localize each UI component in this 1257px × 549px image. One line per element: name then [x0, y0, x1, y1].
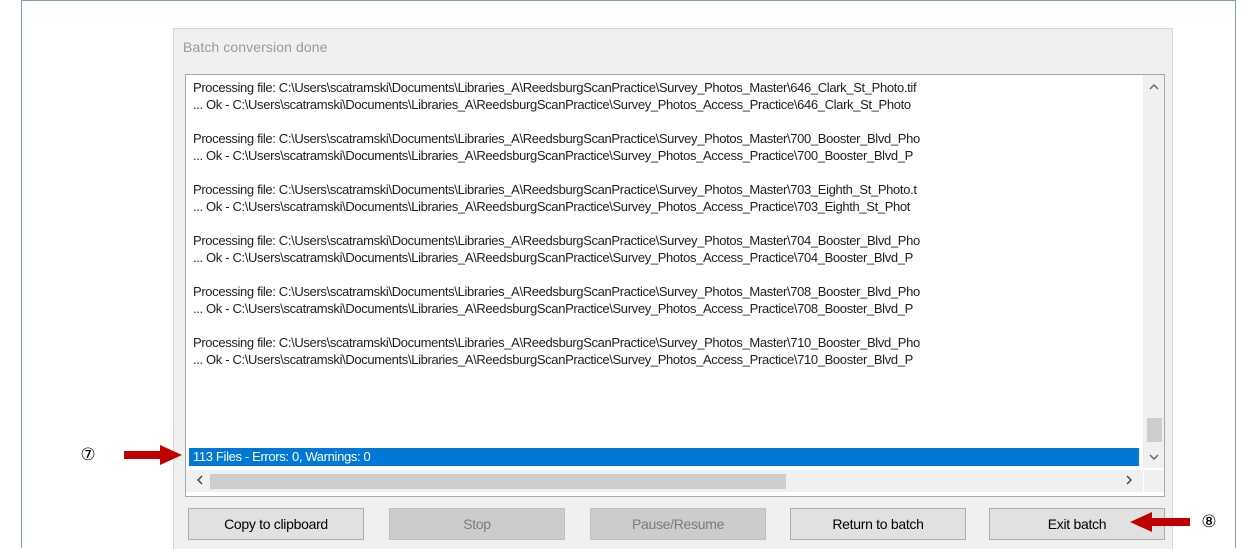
conversion-log-list[interactable]: Processing file: C:\Users\scatramski\Doc…: [185, 74, 1165, 497]
log-ok-line[interactable]: ... Ok - C:\Users\scatramski\Documents\L…: [193, 96, 1138, 113]
scrollbar-corner: [1144, 470, 1164, 492]
callout-number-8: ⑧: [1201, 512, 1217, 531]
chevron-right-icon[interactable]: [1119, 470, 1139, 492]
horizontal-scrollbar[interactable]: [186, 470, 1143, 492]
stop-button[interactable]: Stop: [389, 508, 565, 540]
log-entry: Processing file: C:\Users\scatramski\Doc…: [193, 283, 1138, 317]
vertical-scroll-thumb[interactable]: [1147, 418, 1162, 442]
log-processing-line[interactable]: Processing file: C:\Users\scatramski\Doc…: [193, 181, 1138, 198]
log-processing-line[interactable]: Processing file: C:\Users\scatramski\Doc…: [193, 79, 1138, 96]
log-ok-line[interactable]: ... Ok - C:\Users\scatramski\Documents\L…: [193, 198, 1138, 215]
chevron-left-icon[interactable]: [190, 470, 210, 492]
horizontal-scroll-thumb[interactable]: [210, 474, 786, 489]
outer-frame-right: [1235, 0, 1236, 548]
callout-number-7: ⑦: [80, 445, 96, 464]
log-entry: Processing file: C:\Users\scatramski\Doc…: [193, 232, 1138, 266]
log-ok-line[interactable]: ... Ok - C:\Users\scatramski\Documents\L…: [193, 351, 1138, 368]
pause-resume-button[interactable]: Pause/Resume: [590, 508, 766, 540]
log-processing-line[interactable]: Processing file: C:\Users\scatramski\Doc…: [193, 232, 1138, 249]
log-processing-line[interactable]: Processing file: C:\Users\scatramski\Doc…: [193, 334, 1138, 351]
vertical-scrollbar[interactable]: [1143, 75, 1164, 468]
log-ok-line[interactable]: ... Ok - C:\Users\scatramski\Documents\L…: [193, 147, 1138, 164]
log-processing-line[interactable]: Processing file: C:\Users\scatramski\Doc…: [193, 283, 1138, 300]
log-ok-line[interactable]: ... Ok - C:\Users\scatramski\Documents\L…: [193, 249, 1138, 266]
arrow-left-icon: [1130, 512, 1190, 532]
log-entry: Processing file: C:\Users\scatramski\Doc…: [193, 130, 1138, 164]
arrow-right-icon: [124, 445, 182, 465]
log-entry: Processing file: C:\Users\scatramski\Doc…: [193, 79, 1138, 113]
log-ok-line[interactable]: ... Ok - C:\Users\scatramski\Documents\L…: [193, 300, 1138, 317]
log-processing-line[interactable]: Processing file: C:\Users\scatramski\Doc…: [193, 130, 1138, 147]
copy-to-clipboard-button[interactable]: Copy to clipboard: [188, 508, 364, 540]
log-entry: Processing file: C:\Users\scatramski\Doc…: [193, 334, 1138, 368]
return-to-batch-button[interactable]: Return to batch: [790, 508, 966, 540]
dialog-title: Batch conversion done: [183, 39, 328, 55]
summary-row-selected[interactable]: 113 Files - Errors: 0, Warnings: 0: [189, 448, 1139, 466]
batch-conversion-dialog: Batch conversion done Processing file: C…: [173, 28, 1173, 549]
outer-frame-left: [21, 0, 22, 548]
chevron-down-icon[interactable]: [1144, 448, 1164, 466]
chevron-up-icon[interactable]: [1144, 78, 1164, 96]
log-lines: Processing file: C:\Users\scatramski\Doc…: [193, 79, 1138, 449]
outer-frame-top: [21, 0, 1236, 1]
log-entry: Processing file: C:\Users\scatramski\Doc…: [193, 181, 1138, 215]
